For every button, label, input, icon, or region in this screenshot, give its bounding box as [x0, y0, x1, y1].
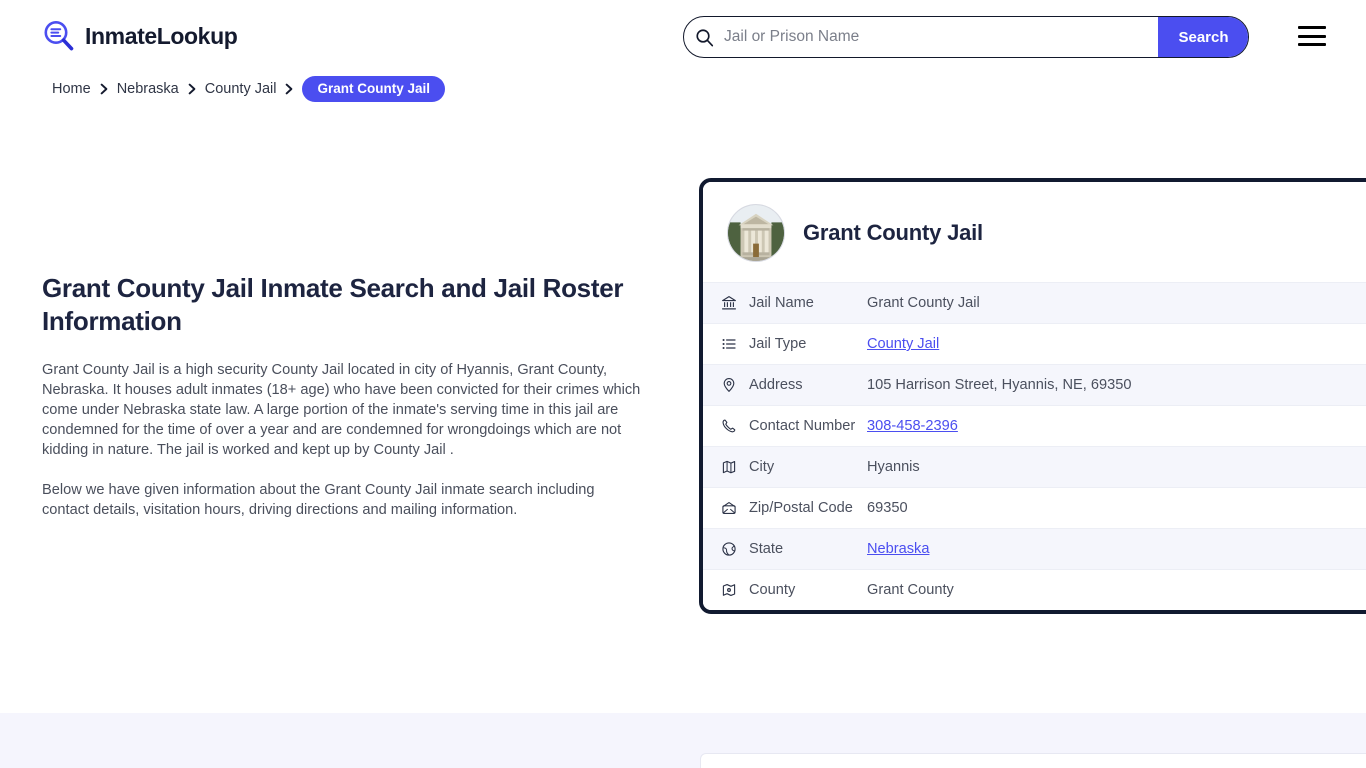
brand-name: InmateLookup: [85, 22, 238, 49]
chevron-right-icon: [100, 83, 108, 95]
map-icon: [721, 459, 749, 475]
table-row: Zip/Postal Code 69350: [703, 487, 1366, 528]
jail-info-table: Jail Name Grant County Jail Jail Type Co…: [703, 282, 1366, 610]
row-label-address: Address: [749, 377, 803, 393]
row-value-jail-type[interactable]: County Jail: [867, 336, 939, 352]
site-header: InmateLookup Search: [0, 0, 1366, 72]
row-label-zip-code: Zip/Postal Code: [749, 500, 853, 516]
row-label-county: County: [749, 582, 796, 598]
search-bar[interactable]: Search: [683, 16, 1249, 58]
search-icon: [684, 28, 724, 47]
row-value-county: Grant County: [867, 582, 954, 598]
footer-panel-top-edge: [700, 753, 1366, 768]
row-label-jail-type: Jail Type: [749, 336, 807, 352]
hamburger-bar: [1298, 34, 1326, 38]
row-label-state: State: [749, 541, 784, 557]
row-value-contact-number[interactable]: 308-458-2396: [867, 418, 958, 434]
envelope-icon: [721, 500, 749, 516]
row-value-address: 105 Harrison Street, Hyannis, NE, 69350: [867, 377, 1132, 393]
breadcrumb-item-nebraska[interactable]: Nebraska: [117, 81, 179, 97]
globe-icon: [721, 541, 749, 557]
hamburger-bar: [1298, 26, 1326, 29]
search-input[interactable]: [724, 17, 1158, 57]
jail-info-card: Grant County Jail Jail Name Grant County: [699, 178, 1366, 614]
magnifier-list-icon: [42, 19, 76, 53]
hamburger-menu-icon[interactable]: [1298, 24, 1328, 48]
table-row: Jail Name Grant County Jail: [703, 282, 1366, 323]
list-icon: [721, 336, 749, 352]
footer-section-band: [0, 713, 1366, 768]
avatar: [727, 204, 785, 262]
breadcrumb-current-page: Grant County Jail: [302, 76, 445, 102]
row-label-city: City: [749, 459, 775, 475]
breadcrumb-item-home[interactable]: Home: [52, 81, 91, 97]
main-content-column: Grant County Jail Inmate Search and Jail…: [42, 272, 642, 520]
page-title: Grant County Jail Inmate Search and Jail…: [42, 273, 624, 336]
bank-icon: [721, 295, 749, 311]
hamburger-bar: [1298, 43, 1326, 46]
intro-paragraph-1: Grant County Jail is a high security Cou…: [42, 362, 641, 458]
table-row: Address 105 Harrison Street, Hyannis, NE…: [703, 364, 1366, 405]
jail-info-card-header: Grant County Jail: [703, 182, 1366, 282]
map-pin-icon: [721, 377, 749, 393]
row-value-jail-name: Grant County Jail: [867, 295, 980, 311]
search-button[interactable]: Search: [1158, 17, 1248, 57]
row-label-jail-name: Jail Name: [749, 295, 814, 311]
row-value-state[interactable]: Nebraska: [867, 541, 929, 557]
table-row: City Hyannis: [703, 446, 1366, 487]
page-root: InmateLookup Search Home Nebraska: [0, 0, 1366, 768]
jail-card-title: Grant County Jail: [803, 220, 983, 245]
phone-icon: [721, 418, 749, 434]
chevron-right-icon: [188, 83, 196, 95]
table-row: State Nebraska: [703, 528, 1366, 569]
row-label-contact-number: Contact Number: [749, 418, 856, 434]
table-row: County Grant County: [703, 569, 1366, 610]
row-value-zip-code: 69350: [867, 500, 908, 516]
breadcrumb: Home Nebraska County Jail Grant County J…: [52, 76, 445, 102]
breadcrumb-item-county-jail[interactable]: County Jail: [205, 81, 277, 97]
table-row: Contact Number 308-458-2396: [703, 405, 1366, 446]
row-value-city: Hyannis: [867, 459, 920, 475]
intro-paragraph-2: Below we have given information about th…: [42, 482, 595, 518]
table-row: Jail Type County Jail: [703, 323, 1366, 364]
brand-logo-link[interactable]: InmateLookup: [42, 19, 238, 53]
chevron-right-icon: [285, 83, 293, 95]
region-icon: [721, 582, 749, 598]
